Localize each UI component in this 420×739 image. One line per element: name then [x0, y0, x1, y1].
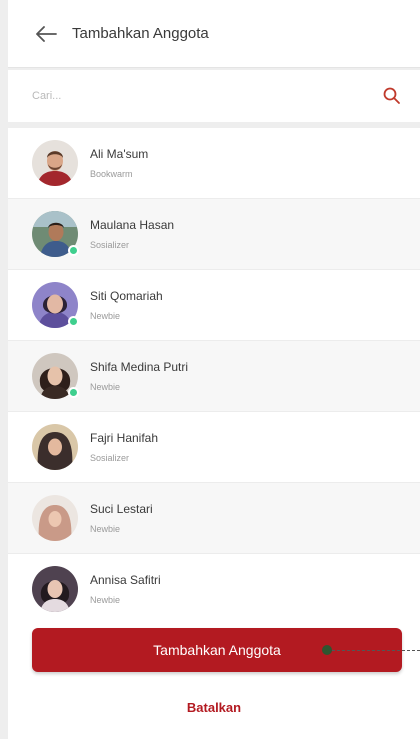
annotation-marker [322, 645, 332, 655]
member-list: Ali Ma'sum Bookwarm Maulana Hasan Sosial… [8, 128, 420, 624]
annotation-connector-line [332, 650, 420, 651]
avatar [32, 140, 78, 186]
avatar [32, 424, 78, 470]
online-status-dot [68, 245, 79, 256]
action-footer: Tambahkan Anggota Batalkan [8, 624, 420, 739]
avatar [32, 353, 79, 399]
app-header: Tambahkan Anggota [8, 0, 420, 68]
member-list-item[interactable]: Annisa Safitri Newbie [8, 554, 420, 624]
member-role: Newbie [90, 382, 121, 392]
member-name: Siti Qomariah [90, 289, 163, 303]
member-list-item[interactable]: Fajri Hanifah Sosializer [8, 412, 420, 483]
member-name: Maulana Hasan [90, 218, 175, 232]
member-list-item[interactable]: Shifa Medina Putri Newbie [8, 341, 420, 412]
member-role: Newbie [90, 311, 121, 321]
member-name: Shifa Medina Putri [90, 360, 189, 374]
online-status-dot [68, 316, 79, 327]
member-name: Annisa Safitri [90, 573, 161, 587]
search-bar [8, 70, 420, 122]
search-icon[interactable] [382, 86, 402, 106]
avatar [32, 566, 78, 612]
member-list-item[interactable]: Siti Qomariah Newbie [8, 270, 420, 341]
avatar [32, 495, 78, 541]
search-input[interactable] [32, 90, 352, 102]
member-name: Ali Ma'sum [90, 147, 149, 161]
page-title: Tambahkan Anggota [72, 25, 209, 42]
member-role: Sosializer [90, 453, 130, 463]
cancel-button[interactable]: Batalkan [8, 700, 420, 715]
member-role: Sosializer [90, 240, 130, 250]
avatar [32, 282, 79, 328]
member-role: Newbie [90, 595, 121, 605]
member-list-item[interactable]: Maulana Hasan Sosializer [8, 199, 420, 270]
online-status-dot [68, 387, 79, 398]
member-list-item[interactable]: Ali Ma'sum Bookwarm [8, 128, 420, 199]
member-role: Bookwarm [90, 169, 133, 179]
member-list-item[interactable]: Suci Lestari Newbie [8, 483, 420, 554]
arrow-left-icon[interactable] [34, 22, 58, 46]
member-name: Suci Lestari [90, 502, 153, 516]
avatar [32, 211, 79, 257]
member-name: Fajri Hanifah [90, 431, 159, 445]
member-role: Newbie [90, 524, 121, 534]
